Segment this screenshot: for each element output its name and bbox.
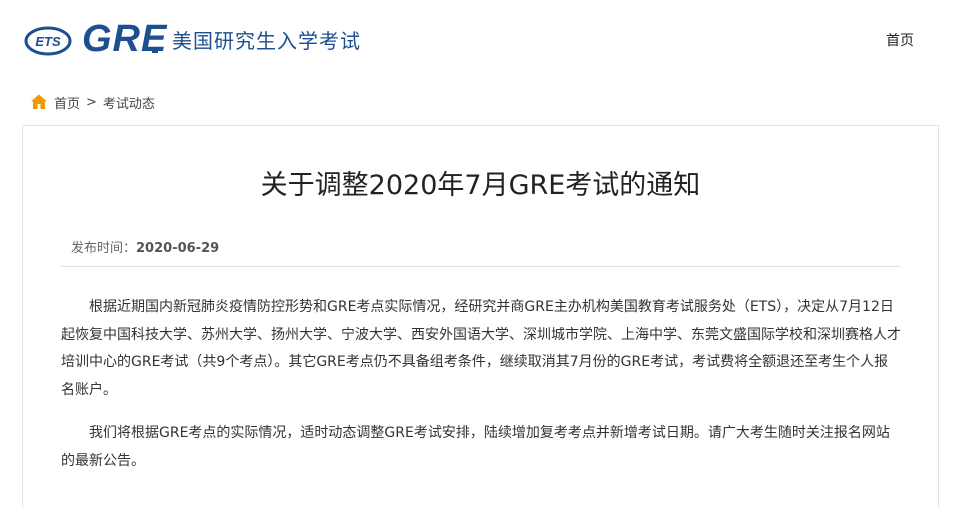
publish-date: 2020-06-29: [136, 241, 220, 256]
publish-label: 发布时间：: [71, 241, 137, 256]
article-paragraph: 根据近期国内新冠肺炎疫情防控形势和GRE考点实际情况，经研究并商GRE主办机构美…: [61, 299, 901, 398]
breadcrumb-home-link[interactable]: 首页: [54, 93, 80, 112]
article-card: 关于调整2020年7月GRE考试的通知 发布时间：2020-06-29 根据近期…: [22, 125, 939, 507]
site-header: ETS GRE 美国研究生入学考试 首页: [0, 0, 968, 80]
publish-meta: 发布时间：2020-06-29: [71, 239, 219, 259]
nav-home-link[interactable]: 首页: [886, 31, 914, 51]
meta-divider: [61, 266, 901, 267]
breadcrumb-separator: >: [86, 94, 97, 110]
article-paragraph: 我们将根据GRE考点的实际情况，适时动态调整GRE考试安排，陆续增加复考考点并新…: [61, 425, 890, 469]
ets-logo[interactable]: ETS: [24, 26, 72, 56]
site-subtitle: 美国研究生入学考试: [172, 29, 361, 53]
breadcrumb: 首页 > 考试动态: [30, 91, 155, 113]
home-icon[interactable]: [30, 93, 48, 111]
gre-logo-dot: [152, 47, 158, 53]
article-body: 根据近期国内新冠肺炎疫情防控形势和GRE考点实际情况，经研究并商GRE主办机构美…: [61, 294, 901, 491]
ets-logo-text: ETS: [35, 34, 61, 49]
gre-logo[interactable]: GRE: [82, 17, 167, 61]
article-title: 关于调整2020年7月GRE考试的通知: [260, 170, 701, 201]
breadcrumb-current-link[interactable]: 考试动态: [103, 93, 155, 112]
